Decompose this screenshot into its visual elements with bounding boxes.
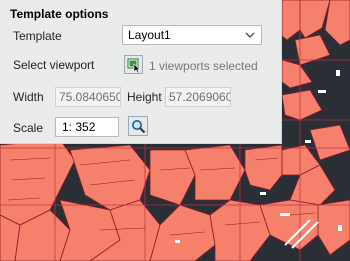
template-label: Template [13,29,62,43]
scale-input[interactable]: 1: 352 [55,117,119,137]
viewport-status: 1 viewports selected [149,59,258,73]
panel-title: Template options [10,7,109,21]
template-options-panel: Template options Template Layout1 Select… [0,0,282,144]
zoom-button[interactable] [128,116,148,136]
select-viewport-icon [126,57,142,76]
height-field: 57.20690605 [165,87,231,107]
template-dropdown-value: Layout1 [128,28,171,42]
width-field: 75.08406508 [55,87,121,107]
magnifier-icon [131,119,146,137]
height-label: Height [127,90,162,104]
select-viewport-button[interactable] [124,55,143,74]
template-dropdown[interactable]: Layout1 [122,25,262,45]
width-label: Width [13,90,44,104]
chevron-down-icon [245,27,255,46]
scale-label: Scale [13,121,44,135]
select-viewport-label: Select viewport [13,58,95,72]
